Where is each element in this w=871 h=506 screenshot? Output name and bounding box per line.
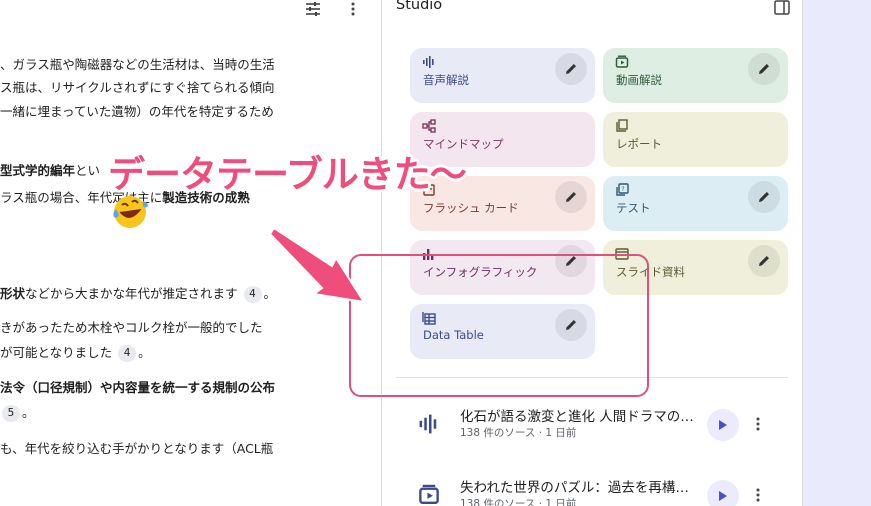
answer-line: きがあったため木栓やコルク栓が一般的でした bbox=[0, 320, 263, 335]
edit-button[interactable] bbox=[748, 53, 780, 85]
play-button[interactable] bbox=[707, 409, 739, 441]
pencil-icon bbox=[757, 254, 771, 268]
studio-tile-4[interactable]: レポート bbox=[603, 112, 788, 167]
answer-line: ス瓶は、リサイクルされずにすぐ捨てられる傾向 bbox=[0, 80, 275, 95]
video-icon bbox=[615, 54, 629, 68]
studio-output-item[interactable]: 化石が語る激変と進化 人間ドラマの… 138 件のソース · 1 日前 bbox=[414, 405, 784, 449]
pencil-icon bbox=[564, 190, 578, 204]
studio-tile-6[interactable]: ? テスト bbox=[603, 176, 788, 231]
video-icon bbox=[418, 484, 442, 506]
answer-bold: 法令（口径規制）や内容量を統一する規制の公布 bbox=[0, 380, 276, 395]
answer-text: ラス瓶の場合、年代 bbox=[0, 190, 113, 205]
answer-bold: 型式学的編年 bbox=[0, 163, 76, 178]
chat-toolbar bbox=[304, 0, 362, 18]
more-vert-icon[interactable] bbox=[750, 415, 766, 433]
studio-tile-label: フラッシュ カード bbox=[423, 201, 519, 215]
studio-title: Studio bbox=[396, 0, 443, 13]
annotation-arrow bbox=[268, 226, 367, 304]
more-vert-icon[interactable] bbox=[750, 486, 766, 504]
edit-button[interactable] bbox=[555, 181, 587, 213]
citation-chip[interactable]: 5 bbox=[2, 405, 20, 422]
answer-line: 一緒に埋まっていた遺物）の年代を特定するため bbox=[0, 104, 274, 119]
quiz-icon: ? bbox=[615, 182, 629, 196]
answer-text: とい bbox=[75, 163, 101, 178]
answer-line: も、年代を絞り込む手がかりとなります（ACL瓶 bbox=[0, 441, 274, 456]
audio-wave-icon bbox=[422, 54, 436, 68]
answer-text: などから大まかな年代が推定されます bbox=[25, 286, 238, 301]
answer-line: 、ガラス瓶や陶磁器などの生活材は、当時の生活 bbox=[0, 57, 275, 72]
output-title: 化石が語る激変と進化 人間ドラマの… bbox=[460, 409, 694, 425]
edit-button[interactable] bbox=[748, 245, 780, 277]
answer-line: 法令（口径規制）や内容量を統一する規制の公布 bbox=[0, 380, 275, 396]
play-icon bbox=[718, 490, 728, 502]
mindmap-icon bbox=[422, 118, 436, 133]
right-edge-strip bbox=[803, 0, 871, 506]
answer-line: 形状などから大まかな年代が推定されます 4。 bbox=[0, 286, 277, 303]
studio-output-item[interactable]: 失われた世界のパズル：過去を再構… 138 件のソース · 1 日前 bbox=[414, 476, 784, 506]
pencil-icon bbox=[757, 62, 771, 76]
report-icon bbox=[615, 118, 629, 132]
citation-chip[interactable]: 4 bbox=[243, 286, 262, 303]
annotation-caption: データテーブルきた〜 bbox=[108, 153, 467, 196]
rofl-emoji-icon bbox=[113, 196, 148, 228]
tune-icon[interactable] bbox=[304, 0, 322, 18]
play-button[interactable] bbox=[707, 480, 739, 506]
edit-button[interactable] bbox=[555, 53, 587, 85]
studio-tile-1[interactable]: 音声解説 bbox=[410, 48, 595, 103]
studio-tile-label: レポート bbox=[616, 137, 662, 151]
audio-wave-icon bbox=[418, 413, 442, 437]
studio-tile-label: テスト bbox=[616, 201, 651, 215]
studio-tile-label: 動画解説 bbox=[616, 73, 662, 87]
studio-tile-label: 音声解説 bbox=[423, 73, 469, 87]
studio-tile-2[interactable]: 動画解説 bbox=[603, 48, 788, 103]
answer-line: 5。 bbox=[0, 405, 35, 422]
edit-button[interactable] bbox=[748, 181, 780, 213]
answer-text: 能となりました bbox=[25, 345, 113, 360]
pencil-icon bbox=[564, 62, 578, 76]
answer-text: 。 bbox=[22, 405, 35, 420]
answer-text: が可 bbox=[0, 345, 26, 360]
output-meta: 138 件のソース · 1 日前 bbox=[460, 498, 577, 506]
output-title: 失われた世界のパズル：過去を再構… bbox=[460, 480, 689, 496]
answer-line: 型式学的編年とい bbox=[0, 163, 100, 179]
answer-line: が可能となりました 4。 bbox=[0, 345, 151, 362]
citation-chip[interactable]: 4 bbox=[118, 345, 137, 362]
pencil-icon bbox=[757, 190, 771, 204]
output-meta: 138 件のソース · 1 日前 bbox=[460, 427, 577, 439]
answer-bold: 形状 bbox=[0, 286, 26, 301]
svg-text:?: ? bbox=[621, 185, 624, 193]
panel-toggle-icon[interactable] bbox=[774, 0, 790, 15]
more-vert-icon[interactable] bbox=[344, 0, 362, 18]
play-icon bbox=[718, 419, 728, 431]
